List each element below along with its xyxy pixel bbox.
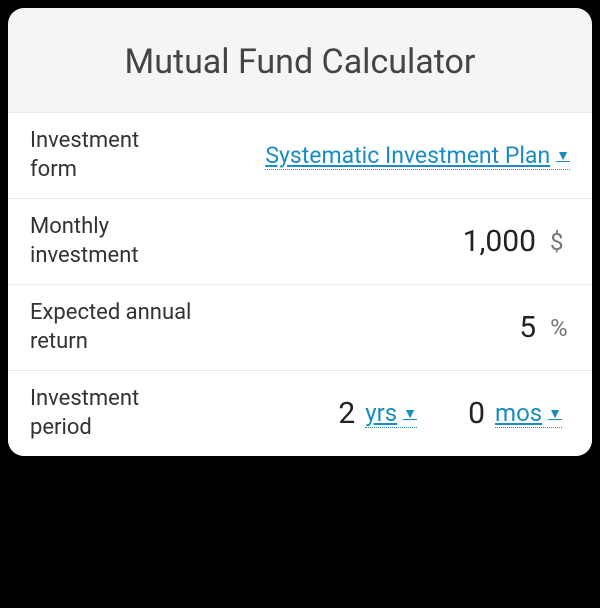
label-investment-form: Investment form — [30, 127, 140, 184]
label-expected-return: Expected annual return — [30, 299, 219, 356]
value-wrap-investment-form: Systematic Investment Plan ▼ — [140, 142, 570, 170]
period-months-unit-text: mos — [495, 399, 542, 427]
label-investment-period: Investment period — [30, 385, 140, 442]
value-wrap-monthly: $ — [201, 224, 570, 259]
chevron-down-icon: ▼ — [556, 147, 570, 164]
input-period-months[interactable] — [425, 396, 485, 431]
select-investment-form-text: Systematic Investment Plan — [265, 142, 550, 169]
row-monthly-investment: Monthly investment $ — [8, 198, 592, 284]
select-period-months-unit[interactable]: mos ▼ — [495, 399, 562, 428]
unit-monthly-investment: $ — [550, 228, 570, 256]
calculator-card: Mutual Fund Calculator Investment form S… — [8, 8, 592, 456]
select-investment-form[interactable]: Systematic Investment Plan ▼ — [265, 142, 570, 170]
period-group: yrs ▼ mos ▼ — [140, 396, 570, 431]
period-years-unit-text: yrs — [365, 399, 397, 427]
label-monthly-investment: Monthly investment — [30, 213, 201, 270]
input-monthly-investment[interactable] — [201, 224, 536, 259]
value-wrap-return: % — [219, 310, 570, 345]
input-period-years[interactable] — [295, 396, 355, 431]
chevron-down-icon: ▼ — [548, 405, 562, 422]
row-investment-form: Investment form Systematic Investment Pl… — [8, 112, 592, 198]
card-title: Mutual Fund Calculator — [8, 8, 592, 112]
chevron-down-icon: ▼ — [403, 405, 417, 422]
select-period-years-unit[interactable]: yrs ▼ — [365, 399, 417, 428]
unit-expected-return: % — [550, 314, 570, 342]
row-investment-period: Investment period yrs ▼ mos ▼ — [8, 370, 592, 456]
input-expected-return[interactable] — [219, 310, 536, 345]
row-expected-return: Expected annual return % — [8, 284, 592, 370]
